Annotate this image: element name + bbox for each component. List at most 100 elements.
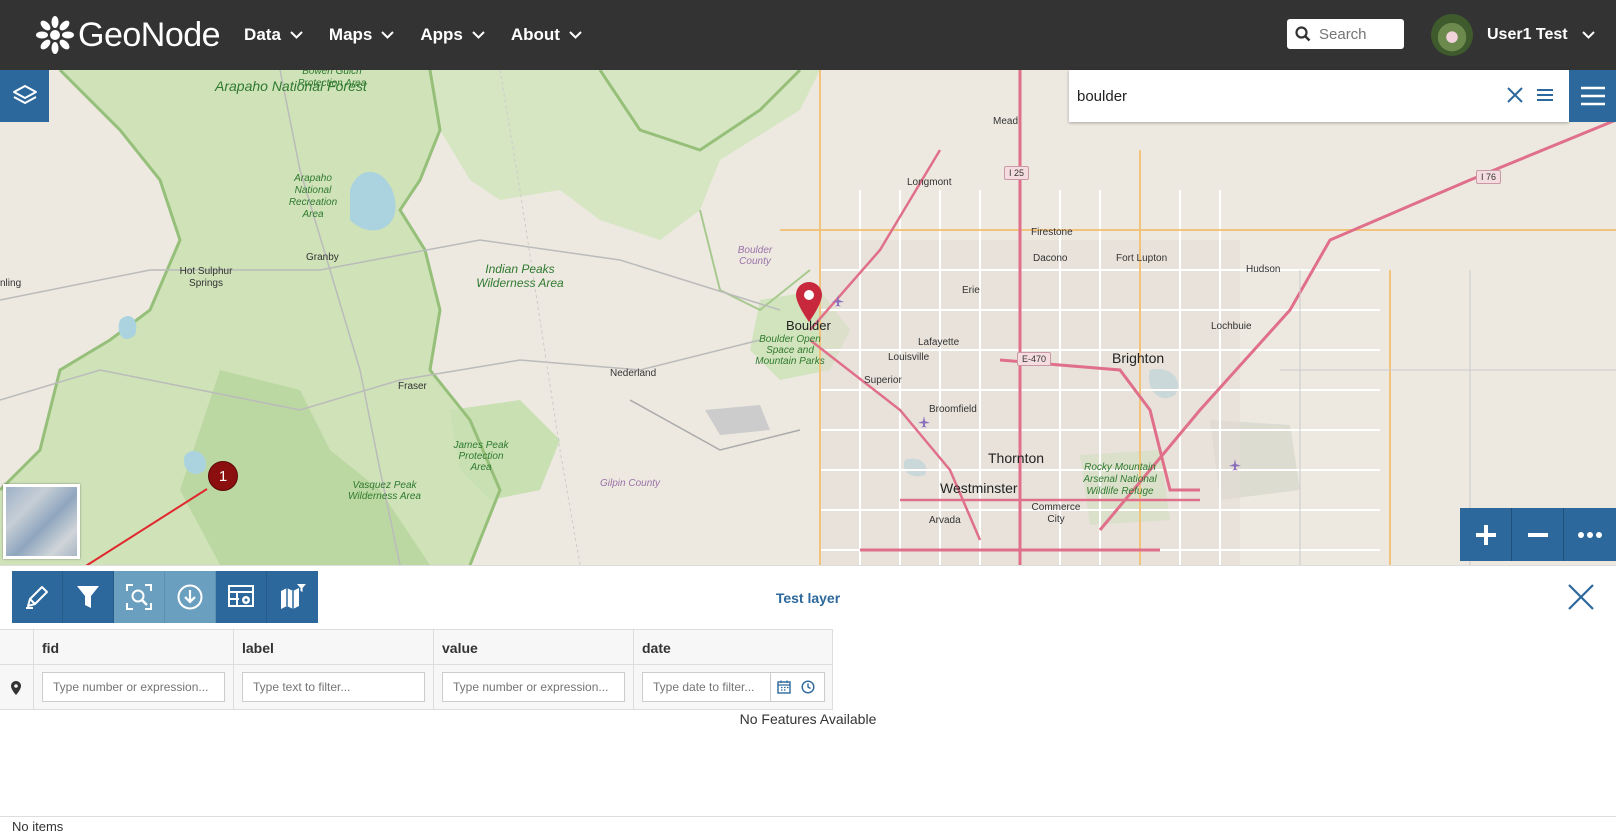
nav-apps-menu[interactable]: Apps [420, 0, 485, 70]
column-header-date[interactable]: date [634, 630, 833, 665]
filter-input-label[interactable] [242, 672, 425, 702]
filter-cell-fid [34, 665, 234, 710]
close-icon[interactable] [1567, 583, 1595, 611]
date-input-divider [770, 673, 771, 701]
map-label-lochbuie: Lochbuie [1211, 321, 1252, 332]
minus-icon [1527, 532, 1548, 537]
map-label-hot-sulphur: Hot Sulphur Springs [179, 266, 233, 289]
map-search-bar[interactable] [1069, 70, 1569, 122]
attribute-table: fid label value date [0, 629, 833, 710]
column-header-fid[interactable]: fid [34, 630, 234, 665]
map-label-fraser: Fraser [398, 381, 427, 392]
map-label-thornton: Thornton [988, 450, 1045, 466]
column-header-value[interactable]: value [434, 630, 634, 665]
filter-row-marker [0, 665, 34, 710]
filter-input-fid[interactable] [42, 672, 225, 702]
map-label-dacono: Dacono [1033, 253, 1068, 264]
map-label-commerce: Commerce City [1031, 502, 1081, 525]
map-label-arapaho-rec: Arapaho National Recreation Area [288, 173, 338, 220]
map-label-brighton: Brighton [1112, 350, 1165, 366]
map-label-erie: Erie [962, 285, 980, 296]
filter-cell-value [434, 665, 634, 710]
filter-input-date[interactable] [642, 672, 825, 702]
nav-maps-label: Maps [328, 25, 373, 44]
chevron-down-icon [472, 31, 485, 39]
map-marker-icon[interactable] [11, 681, 21, 695]
nav-about-menu[interactable]: About [511, 0, 582, 70]
grid-footer-status: No items [0, 816, 1616, 835]
map-zoom-controls [1460, 508, 1616, 561]
layers-toggle-button[interactable] [0, 70, 49, 122]
map-label-superior: Superior [864, 375, 902, 386]
top-navbar: GeoNode Data Maps Apps About User1 Test [0, 0, 1616, 70]
chevron-down-icon [381, 31, 395, 39]
avatar [1431, 14, 1473, 56]
column-header-label[interactable]: label [234, 630, 434, 665]
highway-shield-e470: E-470 [1017, 352, 1052, 366]
brand-logo[interactable]: GeoNode [36, 0, 221, 70]
map-label-westminster: Westminster [940, 480, 1018, 496]
map-label-nederland: Nederland [610, 368, 657, 379]
burger-menu-button[interactable] [1569, 70, 1616, 122]
filter-cell-label [234, 665, 434, 710]
map-label-firestone: Firestone [1031, 227, 1073, 238]
airport-icon [832, 295, 844, 307]
brand-name: GeoNode [78, 15, 221, 54]
map-label-rocky: Rocky Mountain Arsenal National Wildlife… [1083, 462, 1157, 497]
ellipsis-icon [1578, 531, 1602, 538]
map-label-fort-lupton: Fort Lupton [1116, 253, 1168, 264]
plus-icon [1475, 524, 1496, 545]
row-selector-header [0, 630, 34, 665]
map-label-james-peak: James Peak Protection Area [453, 440, 509, 473]
airport-icon [918, 416, 930, 428]
feature-grid-panel: Test layer fid label value date No Featu… [0, 565, 1616, 835]
map-label-broomfield: Broomfield [929, 404, 977, 415]
map-label-nling: nling [0, 278, 22, 289]
map-label-vasquez: Vasquez Peak Wilderness Area [348, 480, 421, 502]
map-label-granby: Granby [306, 252, 339, 263]
user-menu[interactable]: User1 Test [1431, 14, 1595, 56]
clear-search-icon[interactable] [1506, 86, 1524, 104]
filter-cell-date [634, 665, 833, 710]
empty-table-message: No Features Available [739, 711, 877, 727]
map-label-indian-peaks: Indian Peaks Wilderness Area [476, 262, 564, 290]
map-label-gilpin: Gilpin County [600, 478, 661, 489]
nav-data-label: Data [244, 25, 281, 44]
zoom-in-button[interactable] [1460, 508, 1512, 561]
map-label-hudson: Hudson [1246, 264, 1281, 275]
map-label-louisville: Louisville [888, 352, 930, 363]
map-label-boulder-county: Boulder County [737, 245, 773, 267]
nav-maps-menu[interactable]: Maps [328, 0, 395, 70]
map-search-input[interactable] [1077, 87, 1477, 105]
layers-icon [12, 85, 37, 104]
chevron-down-icon [569, 31, 582, 39]
navbar-search[interactable] [1287, 19, 1404, 49]
chevron-down-icon [290, 31, 303, 39]
location-pin-icon[interactable] [796, 282, 822, 322]
chevron-down-icon [1581, 31, 1595, 39]
nav-apps-label: Apps [420, 25, 463, 44]
clock-icon[interactable] [801, 680, 815, 694]
map-label-longmont: Longmont [907, 177, 952, 188]
geonode-flower-icon [36, 16, 74, 54]
nav-data-menu[interactable]: Data [244, 0, 303, 70]
map-label-boulder-open: Boulder Open Space and Mountain Parks [755, 334, 825, 367]
highway-shield-i25: I 25 [1004, 166, 1030, 180]
search-icon [1295, 26, 1311, 42]
layer-title: Test layer [775, 590, 841, 606]
search-options-icon[interactable] [1536, 87, 1554, 103]
navbar-search-input[interactable] [1319, 25, 1399, 43]
filter-input-value[interactable] [442, 672, 625, 702]
nav-about-label: About [510, 25, 560, 44]
zoom-out-button[interactable] [1512, 508, 1564, 561]
more-options-button[interactable] [1564, 508, 1616, 561]
user-name: User1 Test [1487, 26, 1568, 43]
highway-shield-i76: I 76 [1476, 170, 1502, 184]
hamburger-menu-icon [1580, 86, 1605, 106]
map-label-arvada: Arvada [929, 515, 961, 526]
map-viewport[interactable]: Arapaho National Forest Bowen Gulch Prot… [0, 70, 1616, 565]
map-label-mead: Mead [993, 116, 1019, 127]
map-label-lafayette: Lafayette [918, 337, 960, 348]
airport-icon [1229, 459, 1241, 471]
calendar-icon[interactable] [777, 680, 791, 694]
